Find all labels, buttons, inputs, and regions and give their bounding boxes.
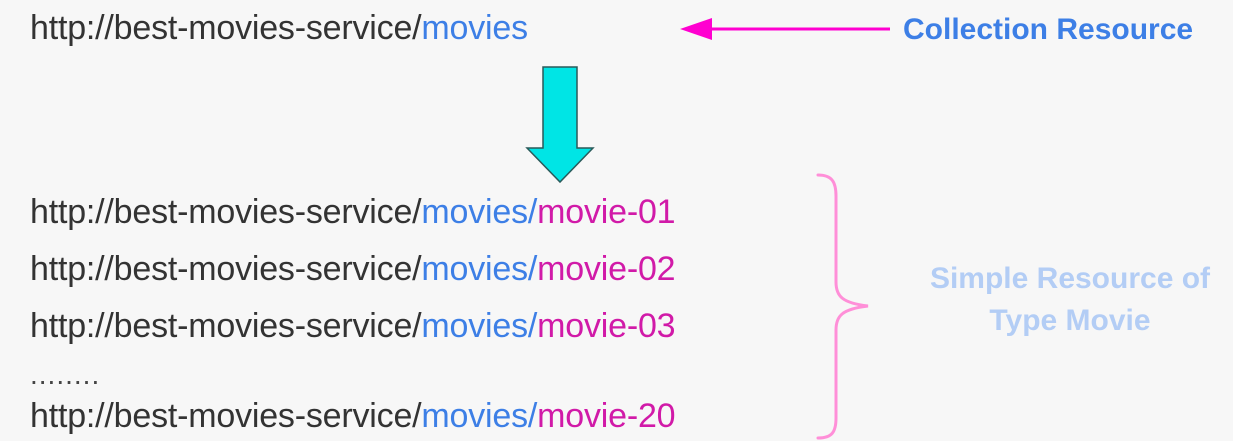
diagram-graphics — [525, 18, 890, 440]
diagram-canvas: http://best-movies-service/movies Collec… — [0, 0, 1233, 441]
pointer-arrow-head — [680, 18, 712, 40]
pointer-arrow — [680, 18, 890, 40]
down-arrow-shape — [525, 66, 595, 184]
curly-brace — [816, 173, 869, 440]
down-arrow — [525, 66, 595, 184]
